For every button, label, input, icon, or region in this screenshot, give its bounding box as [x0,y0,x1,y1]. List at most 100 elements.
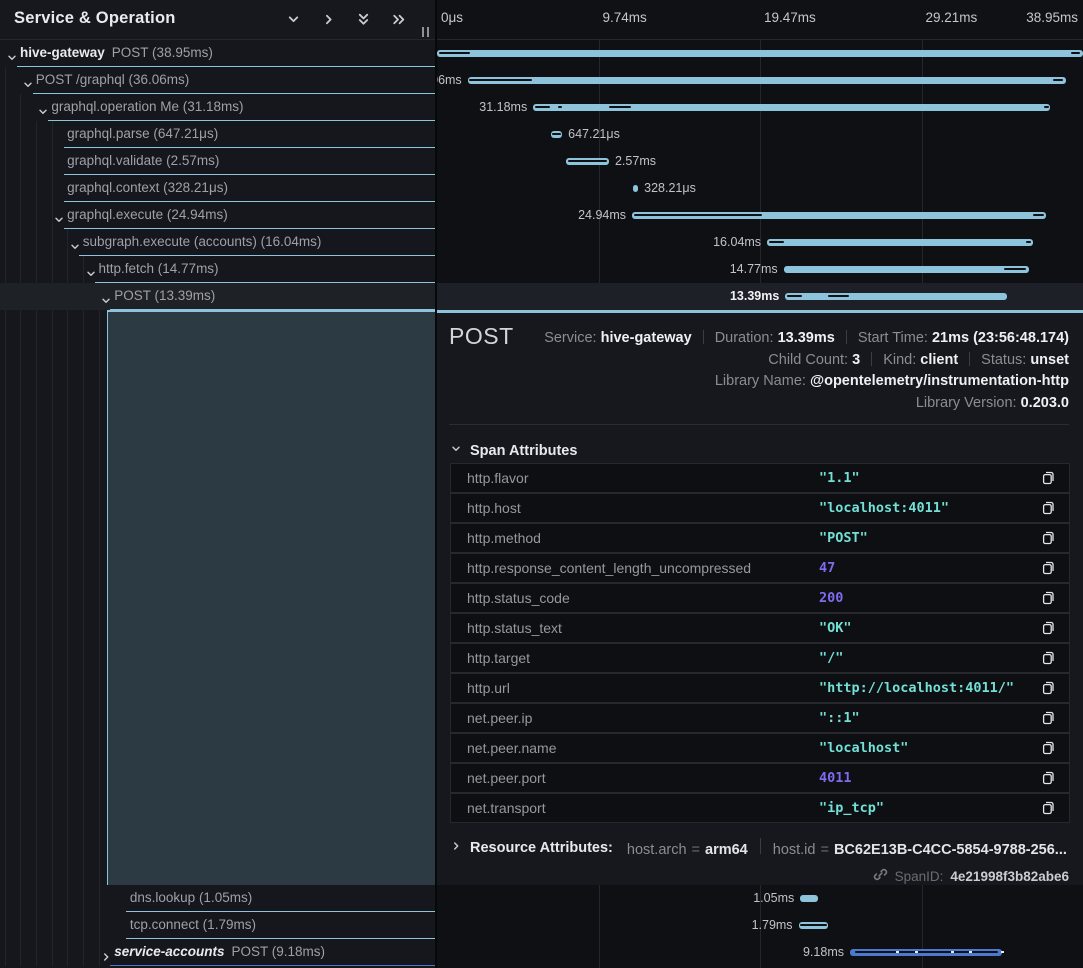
span-bar-row[interactable]: 328.21μs [437,175,1083,202]
span-duration-bar[interactable] [633,185,638,192]
service-operation-header: Service & Operation [0,0,435,40]
resource-value: arm64 [705,842,748,858]
bar-child-marker [535,106,550,108]
field-separator [703,330,704,344]
attribute-value: "localhost:4011" [819,494,949,522]
span-row-graphql.operation[interactable]: graphql.operation Me (31.18ms) [0,94,435,121]
chevron-down-icon[interactable] [69,236,81,248]
attribute-value: 200 [819,584,843,612]
resource-key: host.arch [627,842,687,858]
span-bar-row[interactable]: 13.39ms [437,283,1083,310]
span-row-subgraph.execute[interactable]: subgraph.execute (accounts) (16.04ms) [0,229,435,256]
attribute-key: http.method [467,524,541,552]
span-bar-row[interactable]: 1.79ms [437,912,1083,939]
attribute-row: http.status_text "OK" [451,614,1069,642]
span-duration-bar[interactable] [784,266,1029,273]
span-row-tcp.connect[interactable]: tcp.connect (1.79ms) [0,912,435,939]
chevron-right-icon[interactable] [100,946,112,958]
attribute-row: net.peer.ip"::1" [451,704,1069,732]
span-bar-row[interactable] [437,40,1083,67]
span-row-graphql.parse[interactable]: graphql.parse (647.21μs) [0,121,435,148]
span-bar-row[interactable]: 647.21μs [437,121,1083,148]
span-duration-bar[interactable] [468,77,1066,84]
detail-field-value: 3 [852,352,860,368]
span-row-hive-gateway[interactable]: hive-gatewayPOST (38.95ms) [0,40,435,67]
copy-icon[interactable] [1040,680,1057,697]
bar-event-marker [1001,951,1004,953]
span-bar-row[interactable]: 36.06ms [437,67,1083,94]
timeline-tick-label: 29.21ms [926,10,978,25]
detail-field-value: 0.203.0 [1021,395,1069,411]
chevron-down-icon[interactable] [22,74,34,86]
attribute-value: "OK" [819,614,852,642]
attribute-row: net.peer.name"localhost" [451,734,1069,762]
copy-icon[interactable] [1040,710,1057,727]
chevron-down-icon[interactable] [53,209,65,221]
attribute-value: 4011 [819,764,852,792]
chevron-down-icon[interactable] [37,101,49,113]
span-bar-row[interactable]: 2.57ms [437,148,1083,175]
copy-icon[interactable] [1040,620,1057,637]
operation-name: tcp.connect (1.79ms) [130,917,256,932]
bar-child-marker [1053,79,1063,81]
chevron-right-icon[interactable] [317,8,339,30]
copy-icon[interactable] [1040,470,1057,487]
copy-icon[interactable] [1040,800,1057,817]
bar-child-marker [439,52,470,54]
span-bar-row[interactable]: 24.94ms [437,202,1083,229]
span-row-service-accounts[interactable]: service-accountsPOST (9.18ms) [0,939,435,966]
span-attributes-table: http.flavor"1.1"http.host"localhost:4011… [450,463,1070,823]
chevron-down-icon[interactable] [85,263,97,275]
span-bar-row[interactable]: 16.04ms [437,229,1083,256]
service-name: hive-gateway [20,45,105,60]
attribute-key: http.flavor [467,464,528,492]
attribute-row: net.transport"ip_tcp" [451,794,1069,822]
span-duration-label: 24.94ms [578,208,626,223]
span-duration-bar[interactable] [767,239,1033,246]
link-icon[interactable] [873,867,888,885]
span-row-graphql.execute[interactable]: graphql.execute (24.94ms) [0,202,435,229]
span-bar-row[interactable]: 9.18ms [437,939,1083,966]
attribute-row: http.url"http://localhost:4011/" [451,674,1069,702]
operation-name: dns.lookup (1.05ms) [130,890,252,905]
chevron-down-icon[interactable] [282,8,304,30]
span-row-POST[interactable]: POST (13.39ms) [0,283,435,310]
double-chevron-right-icon[interactable] [387,8,409,30]
span-duration-label: 31.18ms [479,100,527,115]
resource-attributes-row[interactable]: Resource Attributes: host.arch=arm64host… [450,837,1067,859]
copy-icon[interactable] [1040,770,1057,787]
span-duration-bar[interactable] [437,50,1083,57]
span-bar-row[interactable]: 14.77ms [437,256,1083,283]
copy-icon[interactable] [1040,650,1057,667]
copy-icon[interactable] [1040,500,1057,517]
span-row-POST[interactable]: POST /graphql (36.06ms) [0,67,435,94]
span-row-dns.lookup[interactable]: dns.lookup (1.05ms) [0,885,435,912]
span-id-label: SpanID: [895,869,944,884]
copy-icon[interactable] [1040,740,1057,757]
indent-guide [67,229,68,966]
span-id-row: SpanID: 4e21998f3b82abe6 [873,866,1069,886]
span-row-graphql.context[interactable]: graphql.context (328.21μs) [0,175,435,202]
chevron-down-icon[interactable] [100,290,112,302]
equals-sign: = [692,842,700,858]
detail-field-value: 21ms (23:56:48.174) [932,330,1069,346]
detail-overview-line: Service: hive-gatewayDuration: 13.39msSt… [544,328,1069,349]
detail-field-value: unset [1030,352,1069,368]
span-attributes-toggle[interactable]: Span Attributes [450,441,577,461]
span-bar-row[interactable]: 1.05ms [437,885,1083,912]
attribute-key: http.status_text [467,614,562,642]
double-chevron-down-icon[interactable] [352,8,374,30]
span-row-http.fetch[interactable]: http.fetch (14.77ms) [0,256,435,283]
copy-icon[interactable] [1040,530,1057,547]
span-bar-row[interactable]: 31.18ms [437,94,1083,121]
copy-icon[interactable] [1040,560,1057,577]
chevron-down-icon[interactable] [6,47,18,59]
span-duration-bar[interactable] [785,293,1007,300]
column-resize-grip[interactable] [422,27,429,37]
bar-event-marker [896,951,899,953]
span-duration-bar[interactable] [800,895,817,902]
copy-icon[interactable] [1040,590,1057,607]
span-duration-label: 647.21μs [568,127,620,142]
bar-child-marker [769,241,784,243]
span-row-graphql.validate[interactable]: graphql.validate (2.57ms) [0,148,435,175]
